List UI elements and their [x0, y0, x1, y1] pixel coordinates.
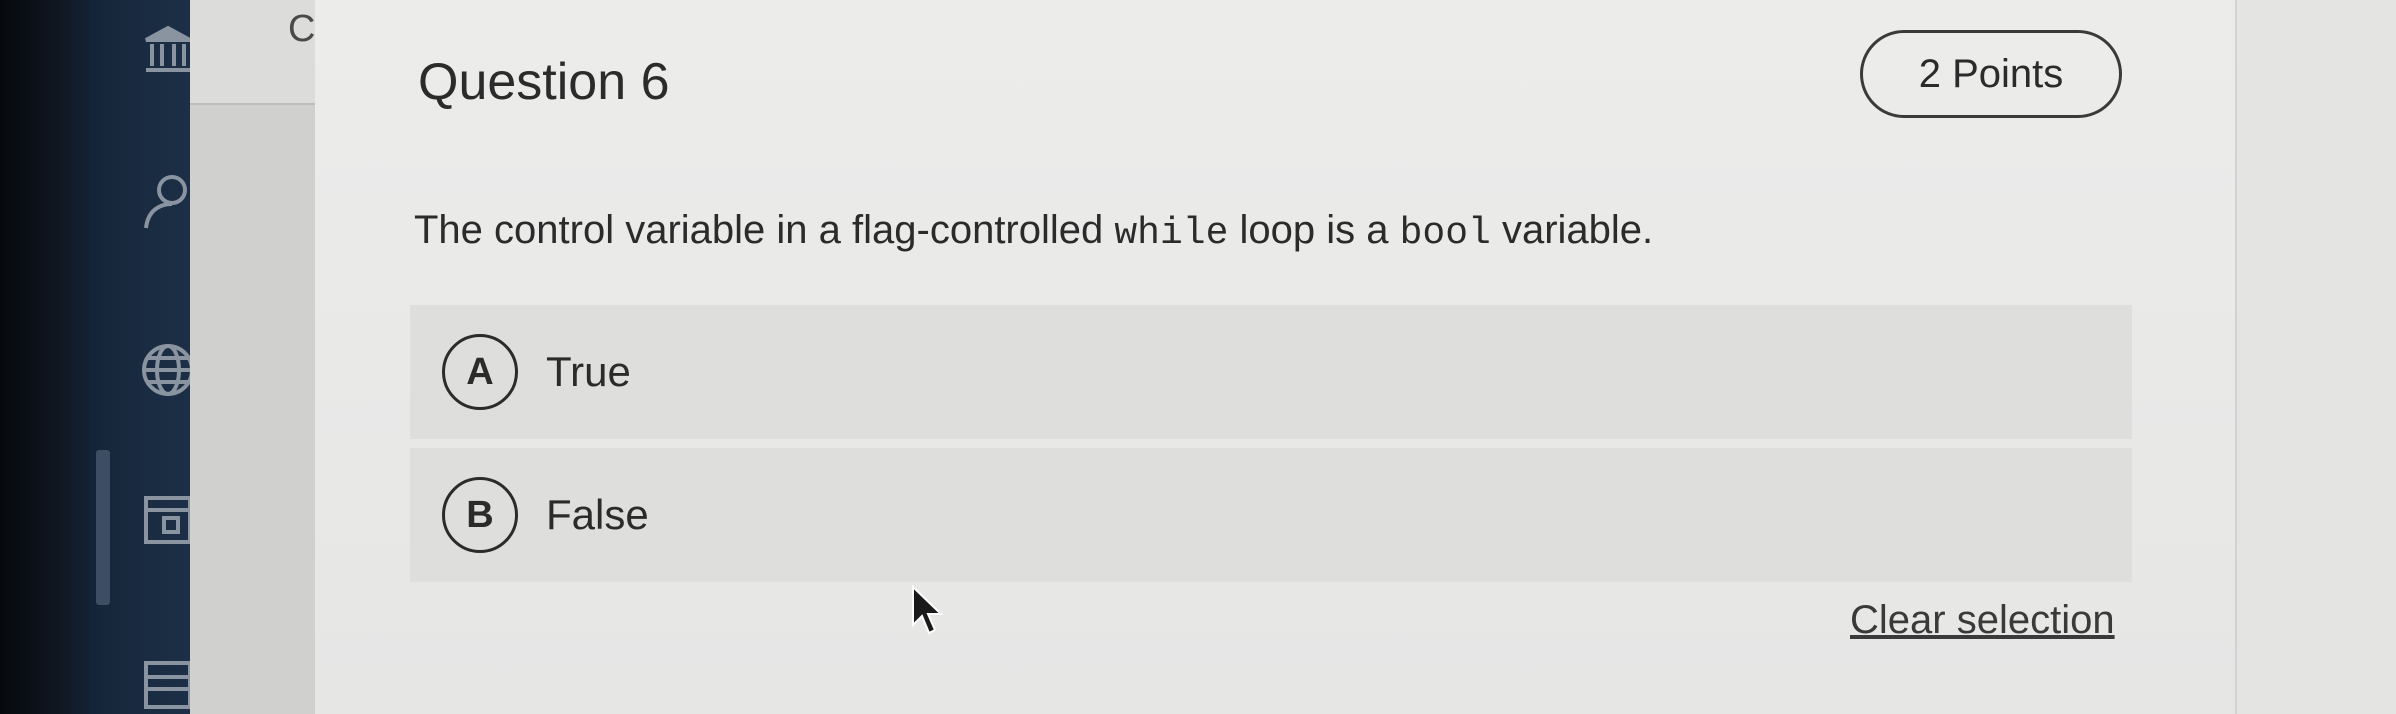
option-label: True [546, 348, 631, 395]
course-title[interactable]: Co [288, 8, 318, 51]
nav-active-indicator [96, 450, 110, 605]
institution-icon[interactable] [138, 20, 198, 80]
inbox-icon[interactable] [138, 655, 198, 714]
calendar-icon[interactable] [138, 490, 198, 550]
question-prompt: The control variable in a flag-controlle… [414, 208, 1653, 255]
right-panel [2235, 0, 2396, 714]
prompt-code-while: while [1114, 212, 1229, 255]
prompt-code-bool: bool [1399, 212, 1491, 255]
prompt-text: loop is a [1228, 208, 1400, 252]
answer-option-a[interactable]: A True [410, 305, 2132, 439]
prompt-text: The control variable in a flag-controlle… [414, 208, 1115, 252]
question-title: Question 6 [418, 53, 670, 111]
points-badge: 2 Points [1860, 30, 2122, 118]
clear-selection-link[interactable]: Clear selection [1850, 598, 2115, 643]
prompt-text: variable. [1490, 208, 1654, 252]
content-gutter [190, 0, 315, 714]
option-letter-badge: B [442, 477, 518, 553]
option-label: False [546, 491, 649, 538]
answer-option-b[interactable]: B False [410, 448, 2132, 582]
mouse-pointer-icon [910, 584, 946, 637]
account-icon[interactable] [138, 170, 198, 230]
globe-icon[interactable] [138, 340, 198, 400]
option-letter-badge: A [442, 334, 518, 410]
